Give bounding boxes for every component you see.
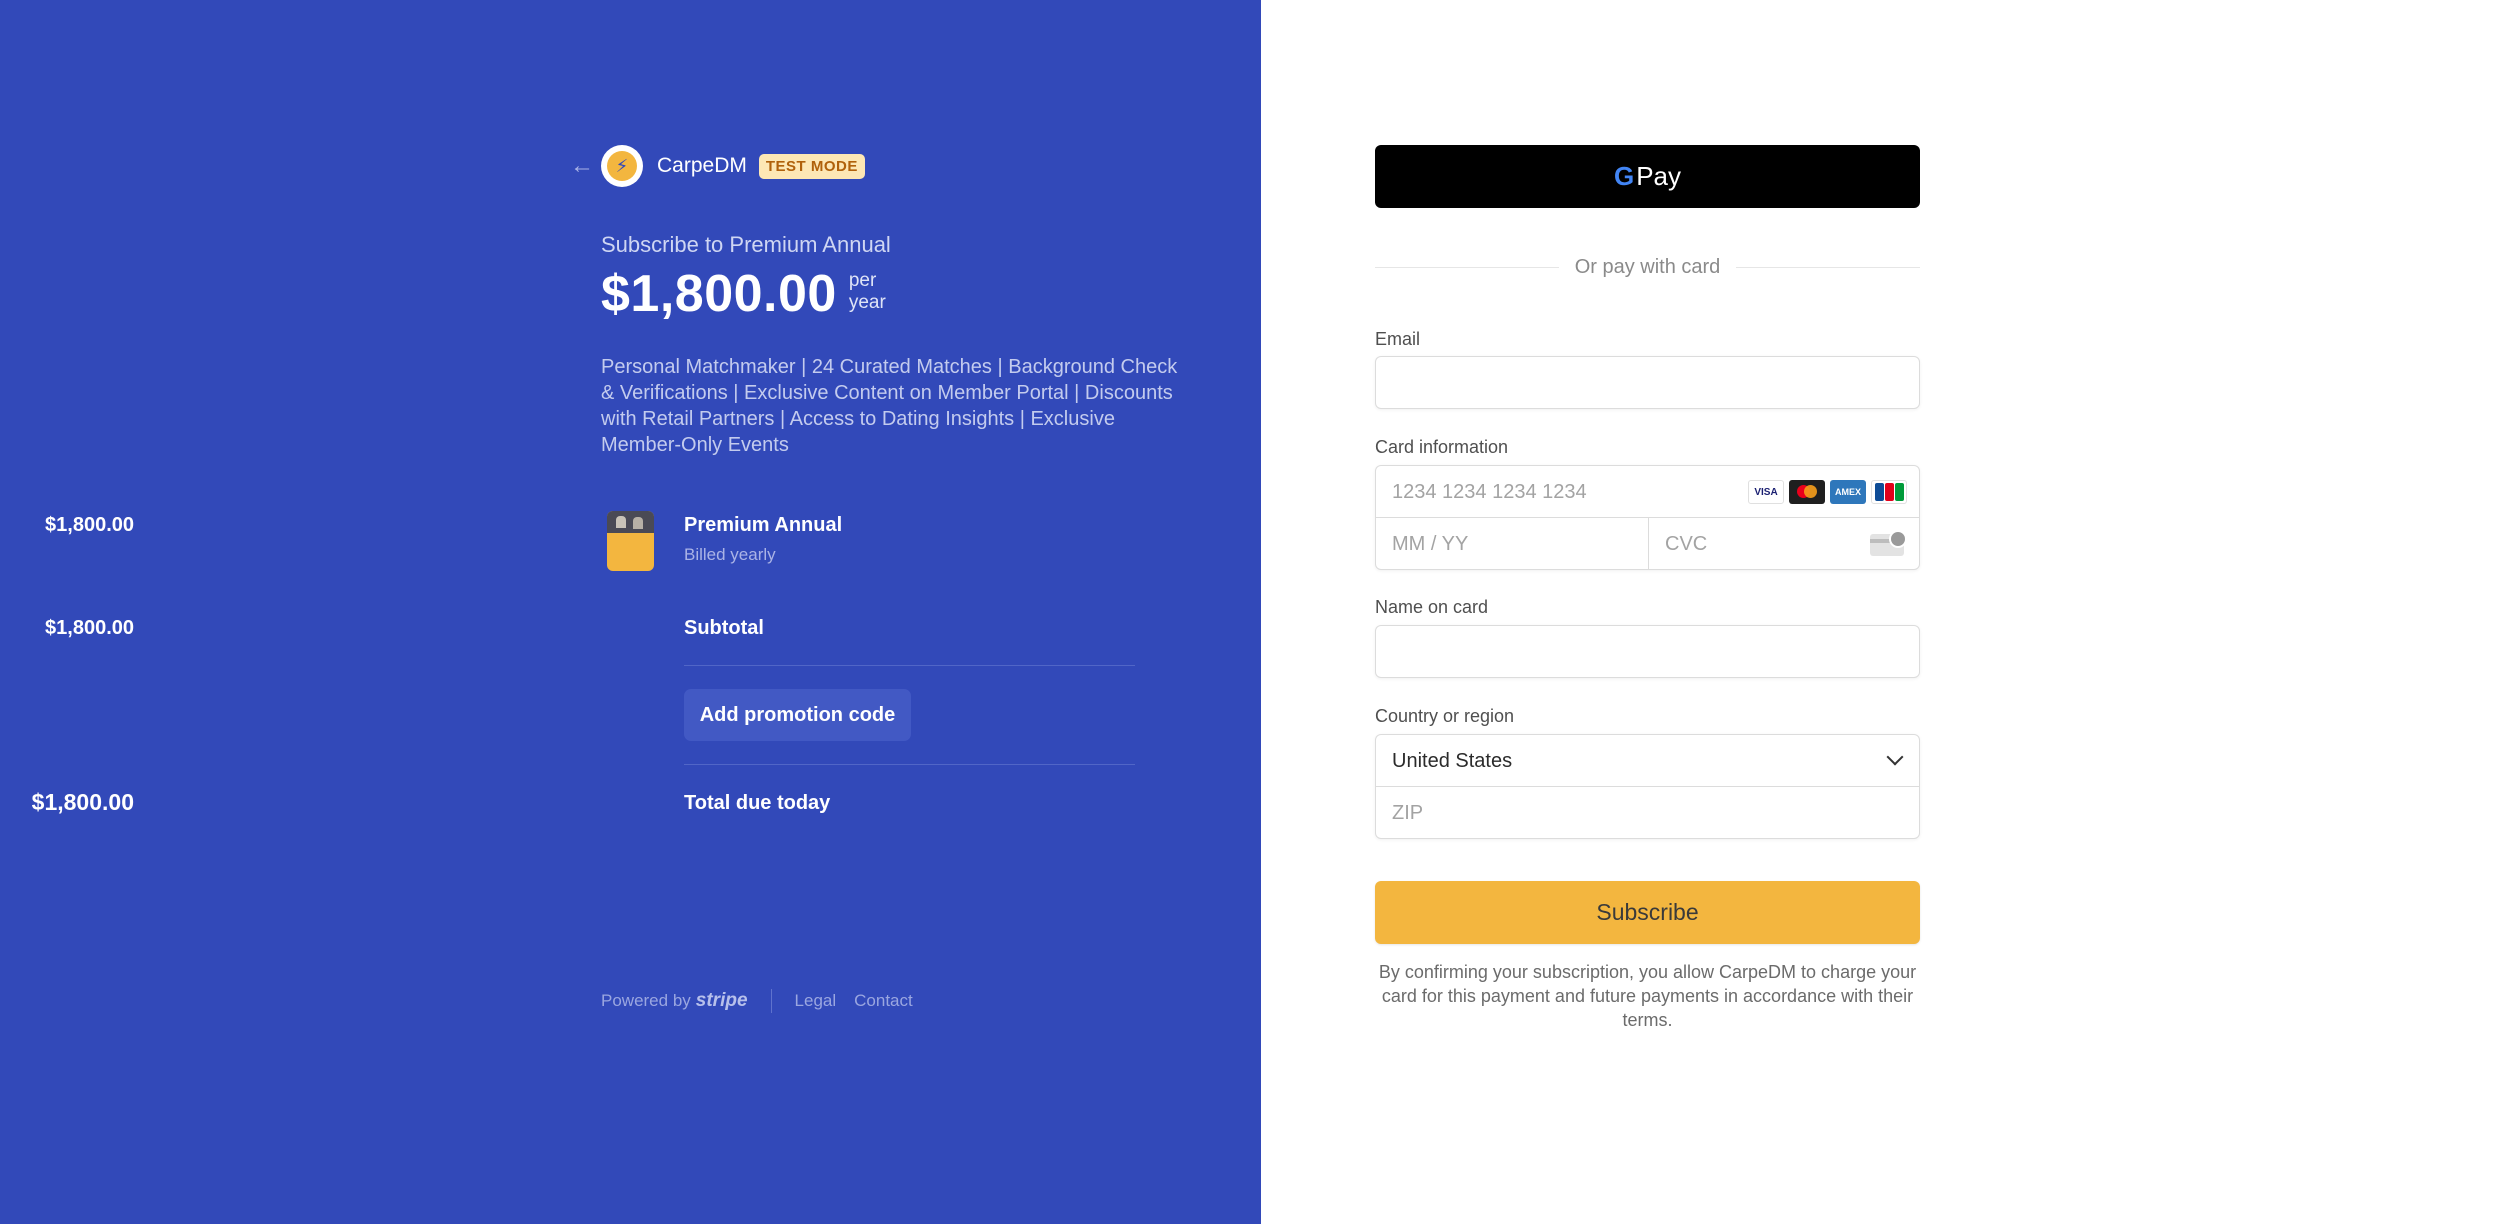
card-number-field[interactable]: 1234 1234 1234 1234 VISA AMEX [1376, 466, 1919, 518]
name-on-card-field[interactable] [1375, 625, 1920, 678]
subscription-title: Subscribe to Premium Annual [601, 232, 891, 257]
contact-link[interactable]: Contact [854, 991, 913, 1011]
zip-field[interactable]: ZIP [1376, 787, 1919, 839]
total-due-label: Total due today [684, 792, 831, 814]
subscription-terms: By confirming your subscription, you all… [1378, 962, 1917, 1030]
expiry-field[interactable]: MM / YY [1376, 518, 1648, 570]
add-promotion-code-button[interactable]: Add promotion code [684, 689, 911, 741]
product-description: Personal Matchmaker | 24 Curated Matches… [601, 356, 1178, 456]
test-mode-badge: TEST MODE [758, 153, 865, 179]
arrow-left-icon[interactable]: ← [570, 152, 600, 180]
mastercard-icon [1789, 480, 1825, 504]
line-item-price: $1,800.00 [45, 514, 134, 536]
amex-icon: AMEX [1830, 480, 1866, 504]
card-number-placeholder: 1234 1234 1234 1234 [1392, 481, 1587, 503]
email-label: Email [1375, 329, 1421, 349]
cvc-card-icon [1870, 530, 1907, 556]
brand-name: CarpeDM [657, 154, 747, 177]
legal-link[interactable]: Legal [795, 991, 837, 1011]
or-pay-with-card-text: Or pay with card [1574, 255, 1721, 278]
visa-icon: VISA [1748, 480, 1784, 504]
jcb-icon [1871, 480, 1907, 504]
zip-placeholder: ZIP [1392, 802, 1424, 824]
line-item-billing: Billed yearly [684, 545, 776, 564]
price-row: $1,800.00 per year [601, 264, 886, 324]
per-label: per [848, 270, 877, 291]
card-brands: VISA AMEX [1748, 480, 1907, 504]
stripe-logo[interactable]: stripe [696, 990, 748, 1012]
total-due-value: $1,800.00 [31, 789, 134, 815]
country-select[interactable]: United States [1376, 735, 1919, 787]
google-pay-button[interactable]: G Pay [1375, 145, 1920, 208]
card-information-label: Card information [1375, 437, 1509, 457]
gpay-label: Pay [1636, 161, 1682, 191]
footer: Powered by stripe Legal Contact [601, 989, 931, 1013]
name-on-card-label: Name on card [1375, 597, 1489, 617]
lightning-bolt-icon: ⚡ [607, 151, 637, 181]
expiry-placeholder: MM / YY [1392, 533, 1469, 555]
divider [684, 665, 1135, 666]
google-g-icon: G [1613, 161, 1635, 191]
cvc-field[interactable]: CVC [1649, 518, 1920, 570]
footer-divider [770, 989, 772, 1013]
brand-logo: ⚡ [601, 145, 643, 187]
product-thumbnail [607, 511, 654, 571]
subscription-price: $1,800.00 [601, 265, 837, 323]
country-label: Country or region [1375, 706, 1515, 726]
subtotal-value: $1,800.00 [45, 617, 134, 639]
chevron-down-icon [1886, 748, 1904, 766]
subscribe-button[interactable]: Subscribe [1375, 881, 1920, 944]
or-divider: Or pay with card [1375, 252, 1921, 282]
country-zip-group: United States ZIP [1375, 734, 1920, 839]
divider [684, 764, 1135, 765]
period-label: year [848, 292, 886, 313]
cvc-placeholder: CVC [1665, 533, 1708, 555]
powered-by-text: Powered by [601, 991, 691, 1010]
card-expiry-cvc-row: MM / YY CVC [1376, 518, 1919, 570]
email-field[interactable] [1375, 356, 1920, 409]
country-value: United States [1392, 750, 1513, 772]
order-summary-panel: ← ⚡ CarpeDM TEST MODE Subscribe to Premi… [0, 0, 1261, 1224]
subtotal-label: Subtotal [684, 617, 764, 639]
card-information-group: 1234 1234 1234 1234 VISA AMEX MM / YY CV… [1375, 465, 1920, 570]
header: ← ⚡ CarpeDM TEST MODE [570, 144, 865, 188]
line-item-name: Premium Annual [684, 514, 843, 536]
billing-period: per year [849, 270, 886, 314]
